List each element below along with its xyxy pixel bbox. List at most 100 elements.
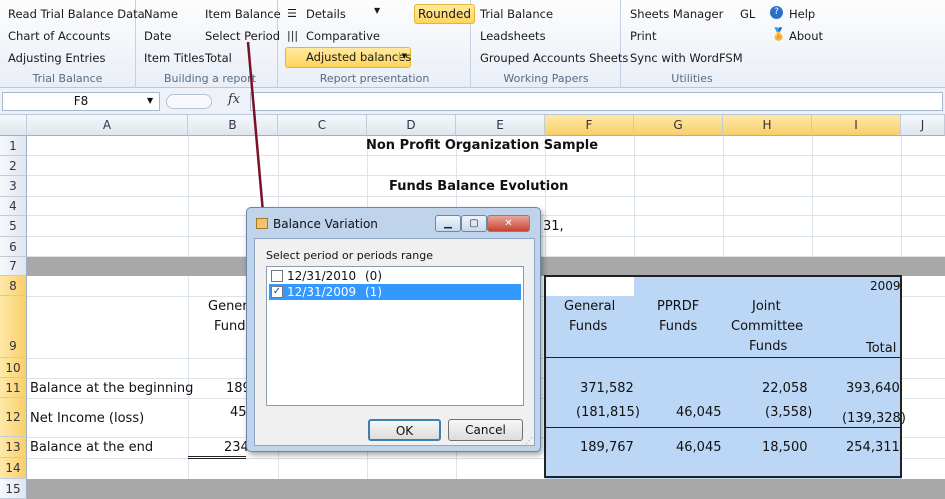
dialog-title: Balance Variation xyxy=(273,217,378,231)
sync-wordfsm-button[interactable]: Sync with WordFSM xyxy=(630,51,743,65)
sheets-manager-button[interactable]: Sheets Manager xyxy=(630,7,723,21)
chevron-down-icon[interactable]: ▼ xyxy=(374,6,380,15)
read-trial-balance-button[interactable]: Read Trial Balance Data xyxy=(8,7,145,21)
cell-g12: 46,045 xyxy=(676,405,722,420)
about-button[interactable]: About xyxy=(789,29,823,43)
cancel-button[interactable]: Cancel xyxy=(448,419,523,441)
name-box[interactable]: F8 xyxy=(2,92,160,111)
dialog-body: Select period or periods range 12/31/201… xyxy=(254,238,535,446)
formula-input[interactable] xyxy=(250,92,943,111)
group-label: Report presentation xyxy=(319,72,430,85)
header-g-line1: PPRDF xyxy=(657,299,700,314)
grid-line xyxy=(27,196,945,197)
gl-button[interactable]: GL xyxy=(740,7,755,21)
row-header-2[interactable]: 2 xyxy=(0,156,27,176)
name-button[interactable]: Name xyxy=(144,7,178,21)
cell-f13: 189,767 xyxy=(580,440,634,455)
function-icon[interactable]: fx xyxy=(228,92,240,107)
total-divider xyxy=(545,427,901,428)
header-divider xyxy=(545,357,901,358)
sheet-title: Non Profit Organization Sample xyxy=(366,138,599,153)
select-all-corner[interactable] xyxy=(0,115,27,136)
total-button[interactable]: Total xyxy=(205,51,232,65)
header-f-line1: General xyxy=(564,299,616,314)
select-period-button[interactable]: Select Period xyxy=(205,29,280,43)
cell-i11: 393,640 xyxy=(846,381,900,396)
row-header-9[interactable]: 9 xyxy=(0,296,27,358)
cell-h11: 22,058 xyxy=(762,381,808,396)
column-header-d[interactable]: D xyxy=(367,115,456,136)
column-header-f[interactable]: F xyxy=(545,115,634,136)
row-header-8[interactable]: 8 xyxy=(0,276,27,296)
rounded-button[interactable]: Rounded xyxy=(414,4,475,24)
checkbox-2009[interactable]: ✓ xyxy=(271,286,283,298)
leadsheets-button[interactable]: Leadsheets xyxy=(480,29,546,43)
trial-balance-sheet-button[interactable]: Trial Balance xyxy=(480,7,553,21)
help-button[interactable]: Help xyxy=(789,7,815,21)
group-label: Building a report xyxy=(164,72,256,85)
grid-line xyxy=(27,155,945,156)
maximize-button[interactable]: ▢ xyxy=(461,215,487,232)
grouped-accounts-button[interactable]: Grouped Accounts Sheets xyxy=(480,51,628,65)
adjusted-balances-button[interactable]: Adjusted balances ▼ xyxy=(285,47,411,68)
cell-b12: 45 xyxy=(230,405,247,420)
column-header-a[interactable]: A xyxy=(27,115,188,136)
list-item[interactable]: ✓ 12/31/2009 (1) xyxy=(269,284,521,300)
cell-f11: 371,582 xyxy=(580,381,634,396)
sheet-subtitle: Funds Balance Evolution xyxy=(389,179,569,194)
cell-g13: 46,045 xyxy=(676,440,722,455)
row-header-7[interactable]: 7 xyxy=(0,257,27,276)
row-header-10[interactable]: 10 xyxy=(0,358,27,378)
row-header-5[interactable]: 5 xyxy=(0,216,27,237)
group-report-presentation: ☰ Details ▼ ||| Comparative Adjusted bal… xyxy=(279,0,475,88)
row-header-13[interactable]: 13 xyxy=(0,437,27,458)
row-header-4[interactable]: 4 xyxy=(0,197,27,216)
row-header-3[interactable]: 3 xyxy=(0,176,27,197)
period-list[interactable]: 12/31/2010 (0) ✓ 12/31/2009 (1) xyxy=(266,266,524,406)
date-button[interactable]: Date xyxy=(144,29,172,43)
cell-h13: 18,500 xyxy=(762,440,808,455)
checkbox-2010[interactable] xyxy=(271,270,283,282)
group-utilities: Sheets Manager Print Sync with WordFSM G… xyxy=(622,0,827,88)
row-header-6[interactable]: 6 xyxy=(0,237,27,257)
chart-of-accounts-button[interactable]: Chart of Accounts xyxy=(8,29,110,43)
period-count: (0) xyxy=(365,269,382,283)
header-h-line3: Funds xyxy=(749,339,788,354)
column-header-e[interactable]: E xyxy=(456,115,545,136)
row-header-1[interactable]: 1 xyxy=(0,136,27,156)
minimize-button[interactable]: ▁ xyxy=(435,215,461,232)
cell-h12: (3,558) xyxy=(765,405,813,420)
item-titles-button[interactable]: Item Titles xyxy=(144,51,204,65)
column-header-g[interactable]: G xyxy=(634,115,723,136)
header-f-line2: Funds xyxy=(569,319,608,334)
column-header-c[interactable]: C xyxy=(278,115,367,136)
adjusting-entries-button[interactable]: Adjusting Entries xyxy=(8,51,105,65)
print-button[interactable]: Print xyxy=(630,29,656,43)
column-header-h[interactable]: H xyxy=(723,115,812,136)
resize-grip-icon[interactable]: ⋰ xyxy=(525,436,533,445)
window-icon xyxy=(256,218,268,229)
ok-button[interactable]: OK xyxy=(368,419,441,441)
row-header-15[interactable]: 15 xyxy=(0,479,27,499)
column-header-i[interactable]: I xyxy=(812,115,901,136)
period-count: (1) xyxy=(365,285,382,299)
list-item[interactable]: 12/31/2010 (0) xyxy=(269,268,521,284)
row-header-12[interactable]: 12 xyxy=(0,398,27,437)
chevron-down-icon[interactable]: ▼ xyxy=(147,96,153,105)
medal-icon: 🏅 xyxy=(771,27,786,41)
details-icon: ☰ xyxy=(287,7,297,20)
item-balance-button[interactable]: Item Balance xyxy=(205,7,281,21)
row-header-14[interactable]: 14 xyxy=(0,458,27,479)
period-date: 12/31/2009 xyxy=(287,285,357,299)
chevron-down-icon[interactable]: ▼ xyxy=(398,52,407,60)
close-button[interactable]: ✕ xyxy=(487,215,530,232)
column-header-j[interactable]: J xyxy=(901,115,945,136)
column-header-b[interactable]: B xyxy=(188,115,278,136)
comparative-button[interactable]: Comparative xyxy=(306,29,380,43)
details-button[interactable]: Details xyxy=(306,7,346,21)
cell-i12: (139,328) xyxy=(842,411,906,426)
row-header-11[interactable]: 11 xyxy=(0,378,27,398)
grey-band-row-15 xyxy=(27,479,945,499)
comparative-icon: ||| xyxy=(287,29,299,42)
group-label: Trial Balance xyxy=(32,72,103,85)
